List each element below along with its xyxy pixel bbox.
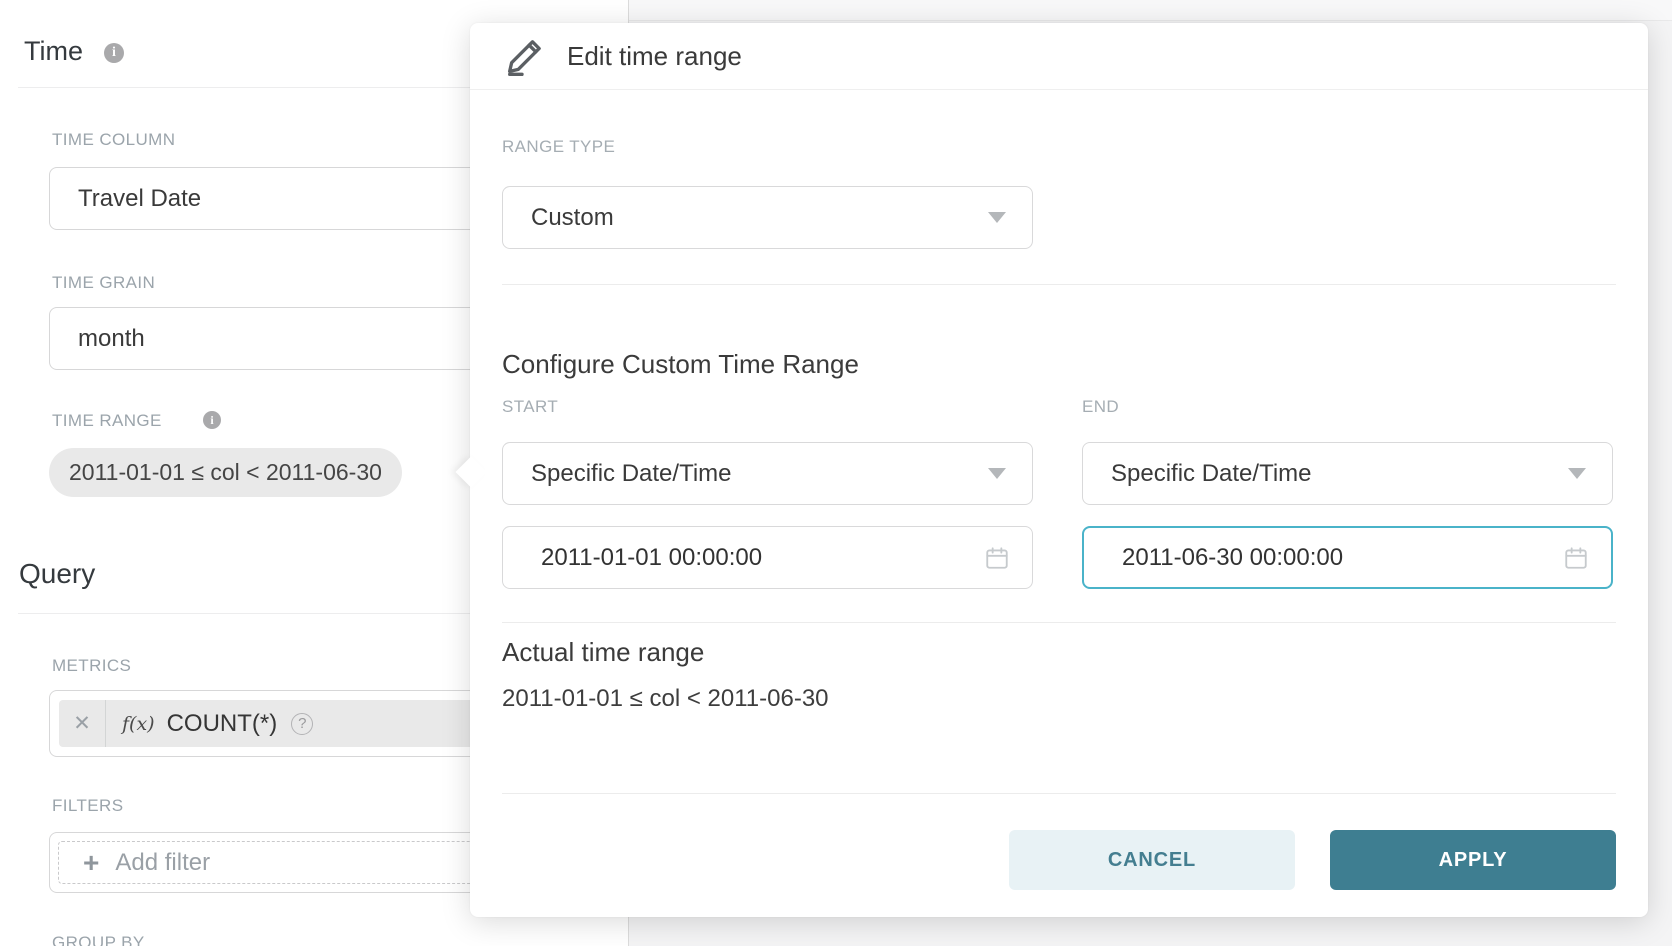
metric-name: COUNT(*) — [167, 710, 278, 738]
function-icon: f(x) — [122, 713, 155, 735]
metrics-label: METRICS — [52, 656, 131, 676]
range-type-select[interactable]: Custom — [502, 186, 1033, 249]
calendar-icon[interactable] — [984, 545, 1010, 571]
time-grain-value: month — [78, 325, 145, 353]
end-type-select[interactable]: Specific Date/Time — [1082, 442, 1613, 505]
end-type-value: Specific Date/Time — [1111, 460, 1312, 488]
time-grain-label: TIME GRAIN — [52, 273, 155, 293]
remove-metric-icon[interactable]: ✕ — [59, 711, 105, 736]
edit-pencil-icon — [505, 36, 545, 76]
edit-time-range-popover: Edit time range RANGE TYPE Custom Config… — [470, 23, 1648, 917]
configure-heading: Configure Custom Time Range — [502, 349, 859, 380]
popover-divider — [502, 284, 1616, 285]
actual-time-range-heading: Actual time range — [502, 637, 704, 668]
start-type-select[interactable]: Specific Date/Time — [502, 442, 1033, 505]
popover-arrow — [455, 456, 486, 487]
popover-header: Edit time range — [470, 23, 1648, 90]
popover-divider — [502, 622, 1616, 623]
group-by-label: GROUP BY — [52, 933, 145, 946]
chevron-down-icon — [988, 212, 1006, 223]
chip-divider — [105, 700, 106, 747]
popover-title: Edit time range — [567, 41, 742, 72]
end-datetime-input[interactable]: 2011-06-30 00:00:00 — [1082, 526, 1613, 589]
range-type-value: Custom — [531, 204, 614, 232]
time-column-label: TIME COLUMN — [52, 130, 175, 150]
popover-divider — [502, 793, 1616, 794]
chevron-down-icon — [1568, 468, 1586, 479]
start-datetime-input[interactable]: 2011-01-01 00:00:00 — [502, 526, 1033, 589]
calendar-icon[interactable] — [1563, 545, 1589, 571]
end-label: END — [1082, 397, 1119, 417]
chart-area-top-strip — [629, 0, 1672, 21]
metric-help-icon[interactable]: ? — [291, 713, 313, 735]
time-range-pill[interactable]: 2011-01-01 ≤ col < 2011-06-30 — [49, 448, 402, 497]
start-type-value: Specific Date/Time — [531, 460, 732, 488]
chevron-down-icon — [988, 468, 1006, 479]
time-section-title: Time — [24, 36, 83, 67]
time-range-label: TIME RANGE — [52, 411, 162, 431]
range-type-label: RANGE TYPE — [502, 137, 615, 157]
apply-button[interactable]: APPLY — [1330, 830, 1616, 890]
query-section-title: Query — [19, 558, 95, 590]
time-info-icon[interactable]: i — [104, 43, 124, 63]
end-datetime-value: 2011-06-30 00:00:00 — [1122, 544, 1343, 572]
cancel-button[interactable]: CANCEL — [1009, 830, 1295, 890]
start-datetime-value: 2011-01-01 00:00:00 — [541, 544, 762, 572]
time-column-value: Travel Date — [78, 185, 201, 213]
filters-label: FILTERS — [52, 796, 123, 816]
add-filter-label: Add filter — [115, 849, 210, 877]
time-range-info-icon[interactable]: i — [203, 411, 221, 429]
start-label: START — [502, 397, 558, 417]
actual-time-range-value: 2011-01-01 ≤ col < 2011-06-30 — [502, 685, 829, 713]
